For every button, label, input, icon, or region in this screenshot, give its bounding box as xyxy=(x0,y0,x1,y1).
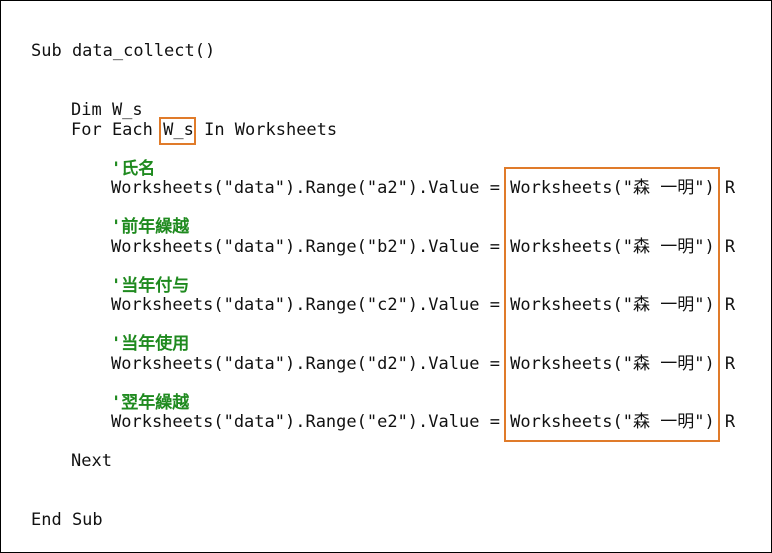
for-each-keyword: For Each xyxy=(71,120,164,140)
assignment-source: Worksheets("森 一明") R xyxy=(510,237,736,257)
comment-line: '当年付与 xyxy=(111,276,190,296)
comment-line: '前年繰越 xyxy=(111,217,190,237)
end-sub-statement: End Sub xyxy=(31,510,103,530)
assignment-line: Worksheets("data").Range("c2").Value = W… xyxy=(111,295,735,315)
sub-declaration: Sub data_collect() xyxy=(31,41,216,61)
assignment-line: Worksheets("data").Range("d2").Value = W… xyxy=(111,354,735,374)
comment-line: '翌年繰越 xyxy=(111,393,190,413)
assignment-line: Worksheets("data").Range("e2").Value = W… xyxy=(111,412,735,432)
assignment-target: Worksheets("data").Range("c2").Value = xyxy=(111,295,511,315)
for-each-statement: For Each W_s In Worksheets xyxy=(71,120,337,140)
for-each-collection: In Worksheets xyxy=(193,120,338,140)
assignment-target: Worksheets("data").Range("a2").Value = xyxy=(111,178,511,198)
comment-line: '当年使用 xyxy=(111,334,190,354)
vba-code-view: Sub data_collect() Dim W_s For Each W_s … xyxy=(1,1,771,552)
dim-statement: Dim W_s xyxy=(71,100,143,120)
assignment-source: Worksheets("森 一明") R xyxy=(510,295,736,315)
assignment-source: Worksheets("森 一明") R xyxy=(510,178,736,198)
comment-line: '氏名 xyxy=(111,159,156,179)
assignment-line: Worksheets("data").Range("a2").Value = W… xyxy=(111,178,735,198)
assignment-target: Worksheets("data").Range("e2").Value = xyxy=(111,412,511,432)
assignment-source: Worksheets("森 一明") R xyxy=(510,412,736,432)
assignment-target: Worksheets("data").Range("b2").Value = xyxy=(111,237,511,257)
assignment-line: Worksheets("data").Range("b2").Value = W… xyxy=(111,237,735,257)
assignment-source: Worksheets("森 一明") R xyxy=(510,354,736,374)
loop-variable: W_s xyxy=(163,120,194,140)
code-screenshot-frame: Sub data_collect() Dim W_s For Each W_s … xyxy=(0,0,772,553)
next-statement: Next xyxy=(71,451,112,471)
assignment-target: Worksheets("data").Range("d2").Value = xyxy=(111,354,511,374)
